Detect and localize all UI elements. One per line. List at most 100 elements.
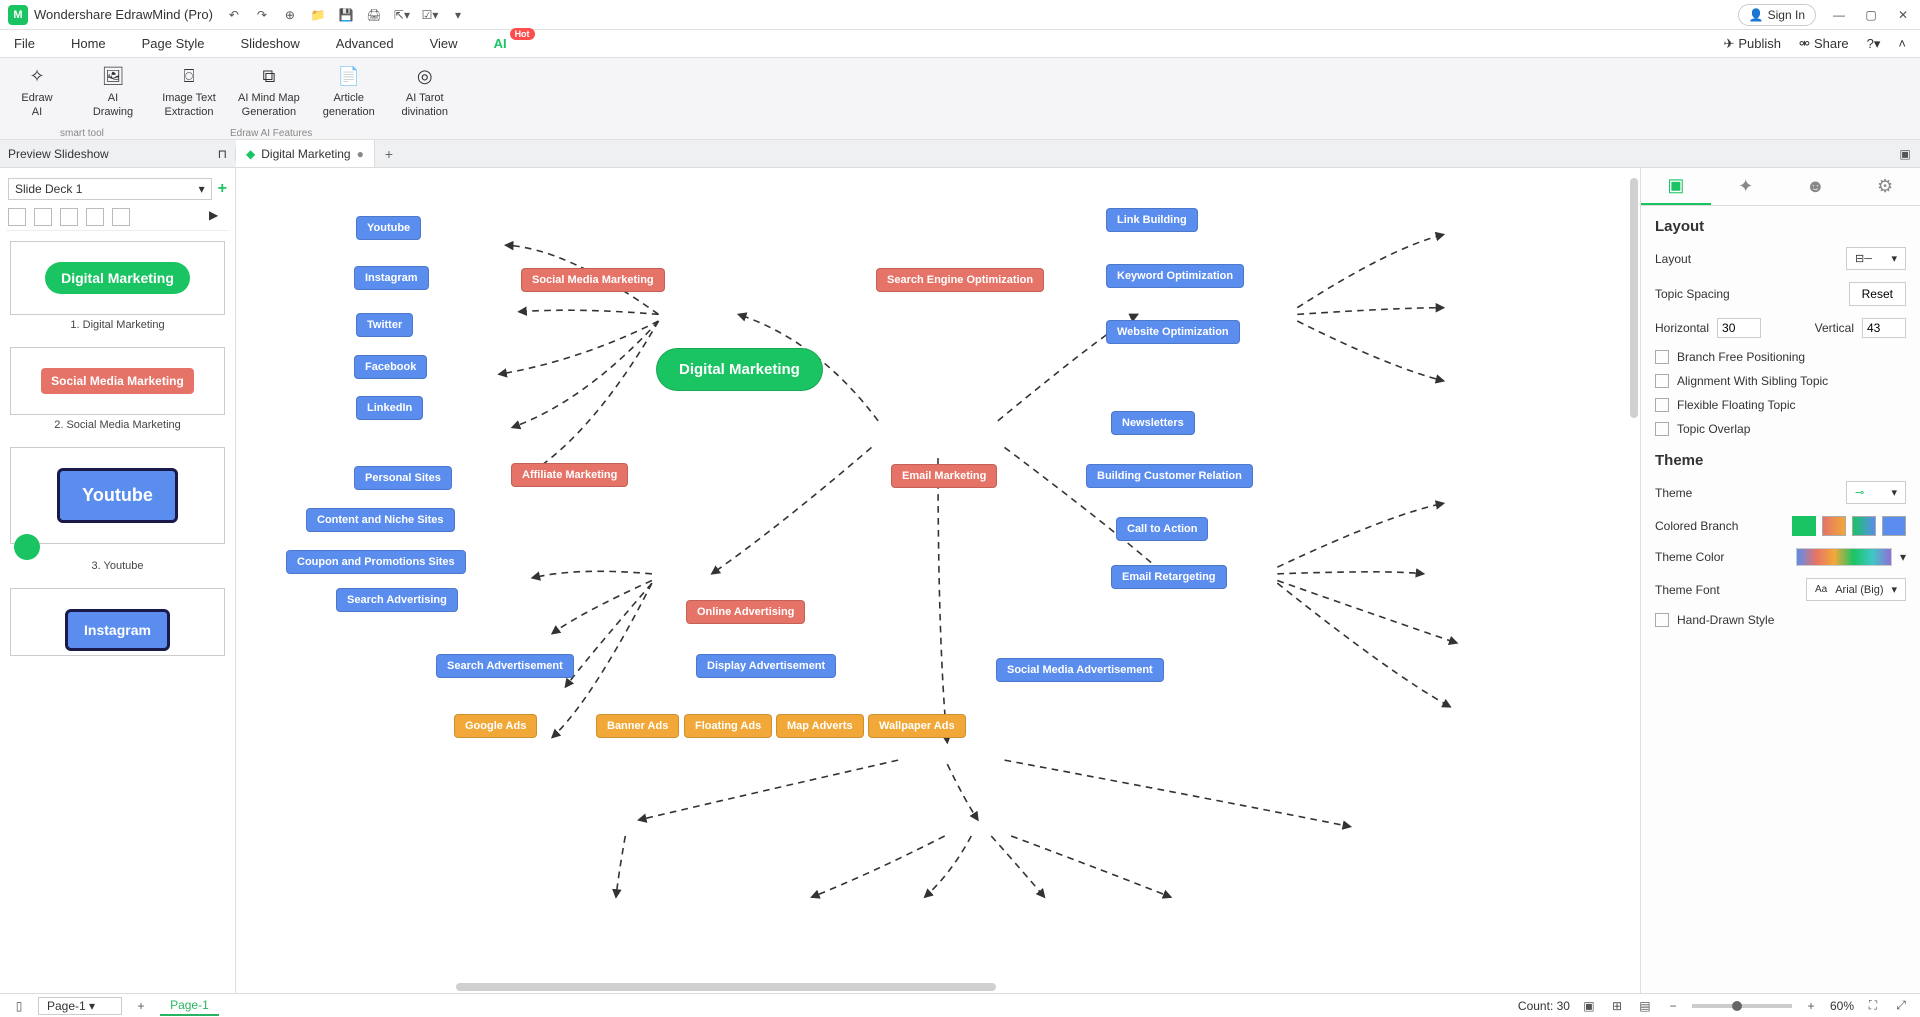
more-icon[interactable]: ▾ [449,6,467,24]
reset-button[interactable]: Reset [1849,282,1906,306]
cb-alignment[interactable] [1655,374,1669,388]
document-tab[interactable]: ◆ Digital Marketing ● [236,140,375,167]
undo-icon[interactable]: ↶ [225,6,243,24]
node-linkedin[interactable]: LinkedIn [356,396,423,420]
cb-flexible[interactable] [1655,398,1669,412]
signin-button[interactable]: 👤 Sign In [1738,4,1816,26]
save-icon[interactable]: 💾 [337,6,355,24]
vertical-input[interactable] [1862,318,1906,338]
node-website[interactable]: Website Optimization [1106,320,1240,344]
theme-color-select[interactable] [1796,548,1892,566]
horizontal-input[interactable] [1717,318,1761,338]
node-twitter[interactable]: Twitter [356,313,413,337]
theme-select[interactable]: ⊸▾ [1846,481,1906,504]
cb-overlap[interactable] [1655,422,1669,436]
help-icon[interactable]: ?▾ [1867,36,1881,52]
node-cta[interactable]: Call to Action [1116,517,1208,541]
layout-select[interactable]: ⊟─▾ [1846,247,1906,270]
node-floating[interactable]: Floating Ads [684,714,772,738]
panel-tab-icon[interactable]: ☻ [1781,168,1851,205]
menu-advanced[interactable]: Advanced [336,36,394,51]
deck-select[interactable]: Slide Deck 1 ▾ [8,178,212,200]
ribbon-article[interactable]: 📄 Article generation [322,64,376,120]
menu-file[interactable]: File [14,36,35,51]
node-seo[interactable]: Search Engine Optimization [876,268,1044,292]
publish-button[interactable]: ✈ Publish [1723,36,1781,52]
node-socialad[interactable]: Social Media Advertisement [996,658,1164,682]
slide-thumb-1[interactable]: Digital Marketing [10,241,225,315]
redo-icon[interactable]: ↷ [253,6,271,24]
node-affiliate[interactable]: Affiliate Marketing [511,463,628,487]
menu-home[interactable]: Home [71,36,106,51]
menu-slideshow[interactable]: Slideshow [241,36,300,51]
ribbon-ai-drawing[interactable]: 🖼 AI Drawing [86,64,140,120]
view-mode-2-icon[interactable]: ⊞ [1608,997,1626,1015]
node-smm[interactable]: Social Media Marketing [521,268,665,292]
node-content[interactable]: Content and Niche Sites [306,508,455,532]
node-banner[interactable]: Banner Ads [596,714,679,738]
fullscreen-icon[interactable]: ⤢ [1892,997,1910,1015]
branch-color-2[interactable] [1822,516,1846,536]
chatbot-icon[interactable] [14,534,40,560]
fit-icon[interactable]: ⛶ [1864,997,1882,1015]
panel-tab-settings[interactable]: ⚙ [1850,168,1920,205]
node-email[interactable]: Email Marketing [891,464,997,488]
node-retarget[interactable]: Email Retargeting [1111,565,1227,589]
add-deck-button[interactable]: + [218,180,227,198]
theme-font-select[interactable]: AaArial (Big)▾ [1806,578,1906,601]
page-select[interactable]: Page-1 ▾ [38,997,122,1015]
ribbon-tarot[interactable]: ◎ AI Tarot divination [398,64,452,120]
menu-ai[interactable]: AI Hot [494,36,507,51]
branch-color-1[interactable] [1792,516,1816,536]
zoom-out-button[interactable]: − [1664,997,1682,1015]
checklist-icon[interactable]: ☑▾ [421,6,439,24]
new-icon[interactable]: ⊕ [281,6,299,24]
slide-thumb-2[interactable]: Social Media Marketing [10,347,225,415]
node-mapad[interactable]: Map Adverts [776,714,864,738]
branch-color-4[interactable] [1882,516,1906,536]
node-youtube[interactable]: Youtube [356,216,421,240]
view-mode-3-icon[interactable]: ▤ [1636,997,1654,1015]
node-instagram[interactable]: Instagram [354,266,429,290]
tool-1[interactable] [8,208,26,226]
node-newsletters[interactable]: Newsletters [1111,411,1195,435]
print-icon[interactable]: 🖨 [365,6,383,24]
tool-5[interactable] [112,208,130,226]
play-icon[interactable]: ▶ [209,208,227,226]
menu-pagestyle[interactable]: Page Style [142,36,205,51]
ribbon-edraw-ai[interactable]: ✧ Edraw AI [10,64,64,120]
branch-color-3[interactable] [1852,516,1876,536]
outline-icon[interactable]: ▯ [10,997,28,1015]
ribbon-ai-mindmap[interactable]: ⧉ AI Mind Map Generation [238,64,300,120]
export-icon[interactable]: ⇱▾ [393,6,411,24]
node-coupon[interactable]: Coupon and Promotions Sites [286,550,466,574]
canvas[interactable]: Digital Marketing Social Media Marketing… [236,168,1640,993]
node-searchadv[interactable]: Search Advertising [336,588,458,612]
slide-thumb-3[interactable]: Youtube [10,447,225,544]
cb-handdrawn[interactable] [1655,613,1669,627]
node-wallpaper[interactable]: Wallpaper Ads [868,714,966,738]
ribbon-image-text[interactable]: ⌼ Image Text Extraction [162,64,216,120]
node-relation[interactable]: Building Customer Relation [1086,464,1253,488]
node-personal[interactable]: Personal Sites [354,466,452,490]
cb-branch-free[interactable] [1655,350,1669,364]
add-tab-button[interactable]: + [375,146,403,162]
tool-4[interactable] [86,208,104,226]
node-link[interactable]: Link Building [1106,208,1198,232]
node-facebook[interactable]: Facebook [354,355,427,379]
panel-tab-style[interactable]: ✦ [1711,168,1781,205]
tool-3[interactable] [60,208,78,226]
collapse-ribbon-icon[interactable]: ˄ [1898,36,1906,51]
canvas-scrollbar-v[interactable] [1630,178,1638,418]
node-keyword[interactable]: Keyword Optimization [1106,264,1244,288]
panel-toggle-icon[interactable]: ▣ [1896,145,1914,163]
node-center[interactable]: Digital Marketing [656,348,823,391]
zoom-in-button[interactable]: + [1802,997,1820,1015]
maximize-icon[interactable]: ▢ [1862,6,1880,24]
node-online[interactable]: Online Advertising [686,600,805,624]
zoom-handle[interactable] [1732,1001,1742,1011]
close-icon[interactable]: ✕ [1894,6,1912,24]
node-google[interactable]: Google Ads [454,714,537,738]
node-displayad[interactable]: Display Advertisement [696,654,836,678]
page-tab-1[interactable]: Page-1 [160,996,219,1016]
